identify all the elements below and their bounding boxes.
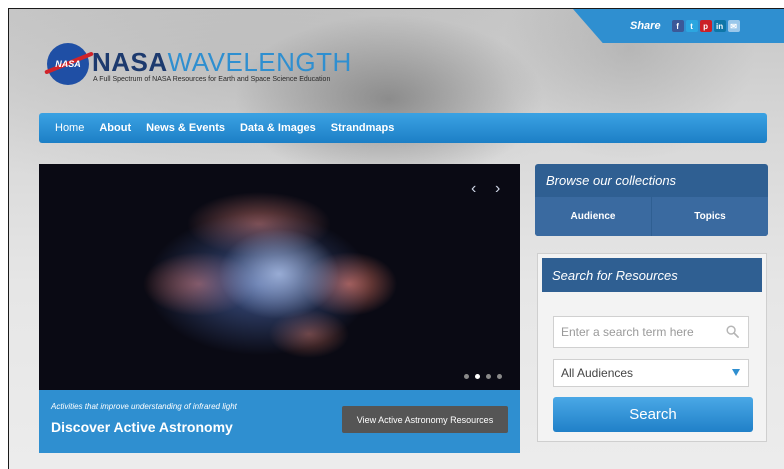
brand-wavelength: WAVELENGTH (167, 47, 352, 77)
tab-audience[interactable]: Audience (535, 197, 651, 236)
twitter-icon[interactable]: t (685, 20, 698, 32)
prev-slide-icon[interactable]: ‹ (471, 180, 476, 198)
search-input[interactable] (553, 316, 749, 348)
browse-collections: Browse our collections Audience Topics (535, 164, 768, 236)
nav-news-events[interactable]: News & Events (146, 122, 225, 134)
hero-slideshow: ‹ › (39, 164, 520, 390)
search-title: Search for Resources (542, 258, 762, 292)
main-nav: Home About News & Events Data & Images S… (39, 113, 767, 143)
slide-indicators (464, 374, 508, 379)
view-resources-button[interactable]: View Active Astronomy Resources (342, 406, 508, 433)
nasa-logo-text: NASA (55, 59, 81, 69)
nav-home[interactable]: Home (55, 122, 84, 134)
nav-data-images[interactable]: Data & Images (240, 122, 316, 134)
browse-title: Browse our collections (546, 173, 677, 188)
browse-tabs: Audience Topics (535, 197, 768, 236)
audience-select[interactable]: All Audiences (553, 359, 749, 387)
search-icon[interactable] (726, 325, 739, 338)
slide-dot-2[interactable] (475, 374, 480, 379)
email-icon[interactable]: ✉ (727, 20, 740, 32)
tagline: A Full Spectrum of NASA Resources for Ea… (93, 76, 331, 83)
slide-dot-1[interactable] (464, 374, 469, 379)
site-title[interactable]: NASAWAVELENGTH (92, 47, 352, 78)
chevron-down-icon (732, 369, 740, 376)
share-label: Share (630, 20, 661, 32)
slide-dot-4[interactable] (497, 374, 502, 379)
page-frame: Share f t p in ✉ NASA NASAWAVELENGTH A F… (8, 8, 784, 469)
search-button[interactable]: Search (553, 397, 753, 432)
next-slide-icon[interactable]: › (495, 180, 500, 198)
nasa-logo[interactable]: NASA (47, 43, 89, 85)
nav-strandmaps[interactable]: Strandmaps (331, 122, 395, 134)
share-bar: Share f t p in ✉ (573, 9, 784, 43)
search-panel: Search for Resources All Audiences Searc… (537, 253, 767, 442)
brand-nasa: NASA (92, 47, 168, 77)
audience-select-value: All Audiences (561, 366, 634, 380)
facebook-icon[interactable]: f (671, 20, 684, 32)
pinterest-icon[interactable]: p (699, 20, 712, 32)
tab-topics[interactable]: Topics (651, 197, 768, 236)
slide-dot-3[interactable] (486, 374, 491, 379)
hero-caption: Activities that improve understanding of… (39, 390, 520, 453)
linkedin-icon[interactable]: in (713, 20, 726, 32)
nav-about[interactable]: About (99, 122, 131, 134)
